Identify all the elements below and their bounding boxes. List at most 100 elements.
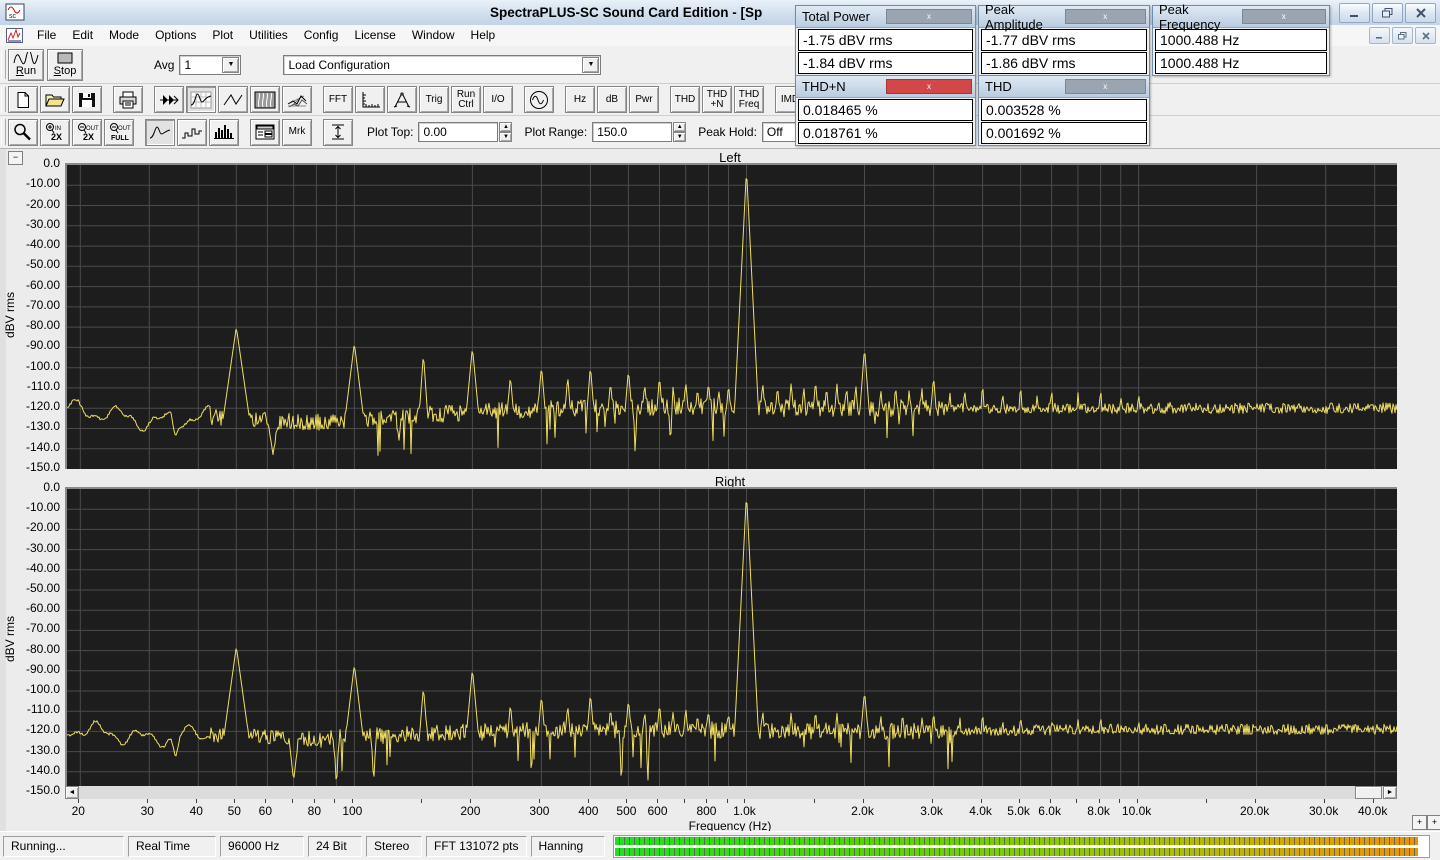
restore-button[interactable]	[1372, 3, 1403, 23]
close-icon[interactable]: x	[1065, 79, 1147, 94]
print-button[interactable]	[113, 86, 143, 113]
trig-button[interactable]: Trig	[419, 86, 449, 113]
panel-thd-n[interactable]: THD+Nx0.018465 %0.018761 %	[795, 75, 976, 146]
mdi-close-button[interactable]	[1415, 27, 1436, 44]
menu-license[interactable]: License	[346, 25, 403, 46]
spectrogram-button[interactable]	[250, 86, 280, 113]
spectrum-plot-left[interactable]	[65, 163, 1397, 469]
thd-n-button[interactable]: THD+N	[702, 86, 732, 113]
amplitude-range-button[interactable]	[323, 119, 353, 146]
plot-range-spinner[interactable]: ▲▼	[673, 122, 686, 142]
panel-thd[interactable]: THDx0.003528 %0.001692 %	[978, 75, 1150, 146]
panel-title-bar[interactable]: Peak Amplitudex	[979, 6, 1149, 28]
zoom-in-2x-button[interactable]: IN2X	[40, 119, 70, 146]
close-icon[interactable]: x	[886, 9, 972, 24]
chevron-down-icon[interactable]: ▼	[582, 57, 599, 73]
playback-arrows-button[interactable]	[154, 86, 184, 113]
load-configuration-select[interactable]: Load Configuration ▼	[283, 55, 601, 75]
y-tick-label: -140.0	[6, 763, 60, 777]
mdi-restore-button[interactable]	[1392, 27, 1413, 44]
mrk-button[interactable]: Mrk	[282, 119, 312, 146]
i-o-button[interactable]: I/O	[483, 86, 513, 113]
stop-button[interactable]: Stop	[47, 49, 83, 81]
scrollbar-thumb[interactable]	[1355, 786, 1382, 799]
open-folder-button[interactable]	[40, 86, 70, 113]
surface-plot-button[interactable]	[282, 86, 312, 113]
scroll-right-icon[interactable]: ►	[1383, 786, 1397, 799]
x-tick-mark	[626, 799, 627, 803]
frequency-scrollbar[interactable]: ◄ ►	[65, 786, 1397, 799]
panel-value-right: 1000.488 Hz	[1155, 52, 1327, 74]
plot-top-spinner[interactable]: ▲▼	[499, 122, 512, 142]
panel-total-power[interactable]: Total Powerx-1.75 dBV rms-1.84 dBV rms	[795, 5, 976, 76]
minimize-button[interactable]	[1339, 3, 1370, 23]
chevron-down-icon[interactable]: ▼	[222, 57, 239, 73]
zoom-button[interactable]	[8, 119, 38, 146]
panel-title-bar[interactable]: THD+Nx	[796, 76, 975, 98]
panel-title: THD+N	[802, 79, 886, 94]
x-tick-label: 6.0k	[1022, 804, 1078, 818]
panel-title-bar[interactable]: Peak Frequencyx	[1153, 6, 1329, 28]
menu-window[interactable]: Window	[404, 25, 463, 46]
spectrogram-icon	[254, 91, 276, 109]
toolbar-grip[interactable]	[1, 50, 6, 80]
save-button[interactable]	[72, 86, 102, 113]
thd-freq-button[interactable]: THDFreq	[734, 86, 764, 113]
scroll-left-icon[interactable]: ◄	[65, 786, 79, 799]
menu-mode[interactable]: Mode	[101, 25, 147, 46]
zoom-out-full-button[interactable]: OUTFULL	[104, 119, 134, 146]
panel-peak-frequency[interactable]: Peak Frequencyx1000.488 Hz1000.488 Hz	[1152, 5, 1330, 76]
calipers-button[interactable]	[387, 86, 417, 113]
step-plot-button[interactable]	[177, 119, 207, 146]
avg-select[interactable]: 1 ▼	[179, 55, 241, 75]
plot-top-input[interactable]	[418, 122, 498, 142]
x-tick-mark	[657, 799, 658, 803]
display-options-button[interactable]	[250, 119, 280, 146]
curve-plot-button[interactable]	[145, 119, 175, 146]
close-icon[interactable]: x	[1065, 9, 1147, 24]
close-button[interactable]	[1405, 3, 1436, 23]
toolbar-grip[interactable]	[1, 119, 6, 145]
menu-file[interactable]: File	[29, 25, 64, 46]
panel-title: Peak Frequency	[1159, 2, 1242, 32]
panel-title-bar[interactable]: THDx	[979, 76, 1149, 98]
x-tick-label: 60	[237, 804, 293, 818]
close-icon[interactable]: x	[886, 79, 972, 94]
y-tick-label: -100.0	[6, 682, 60, 696]
db-button[interactable]: dB	[597, 86, 627, 113]
new-document-button[interactable]	[8, 86, 38, 113]
time-series-button[interactable]	[218, 86, 248, 113]
panel-title-bar[interactable]: Total Powerx	[796, 6, 975, 28]
spectrum-plot-right[interactable]	[65, 487, 1397, 792]
plot-range-input[interactable]	[592, 122, 672, 142]
toolbar-grip[interactable]	[1, 87, 6, 112]
x-tick-mark	[981, 799, 982, 803]
panel-peak-amplitude[interactable]: Peak Amplitudex-1.77 dBV rms-1.86 dBV rm…	[978, 5, 1150, 76]
pwr-button[interactable]: Pwr	[629, 86, 659, 113]
menu-config[interactable]: Config	[296, 25, 347, 46]
signal-generator-button[interactable]	[524, 86, 554, 113]
mdi-minimize-button[interactable]	[1369, 27, 1390, 44]
expand-button-1[interactable]: +	[1412, 815, 1427, 830]
menu-plot[interactable]: Plot	[204, 25, 241, 46]
bar-plot-button[interactable]	[209, 119, 239, 146]
scaling-ruler-button[interactable]	[355, 86, 385, 113]
x-tick-label: 600	[629, 804, 685, 818]
thd-button[interactable]: THD	[670, 86, 700, 113]
menu-utilities[interactable]: Utilities	[241, 25, 296, 46]
document-icon	[5, 28, 23, 44]
close-icon[interactable]: x	[1242, 9, 1327, 24]
run-ctrl-button[interactable]: RunCtrl	[451, 86, 481, 113]
expand-button-2[interactable]: +	[1427, 815, 1440, 830]
hz-button[interactable]: Hz	[565, 86, 595, 113]
menu-options[interactable]: Options	[147, 25, 204, 46]
menu-edit[interactable]: Edit	[64, 25, 101, 46]
spectrum-plot-button[interactable]	[186, 86, 216, 113]
run-button[interactable]: Run	[8, 49, 44, 81]
y-tick-label: -140.0	[6, 440, 60, 454]
menu-help[interactable]: Help	[463, 25, 504, 46]
fft-button[interactable]: FFT	[323, 86, 353, 113]
zoom-out-2x-button[interactable]: OUT2X	[72, 119, 102, 146]
y-tick-label: -30.00	[6, 217, 60, 231]
x-tick-mark	[539, 799, 540, 803]
